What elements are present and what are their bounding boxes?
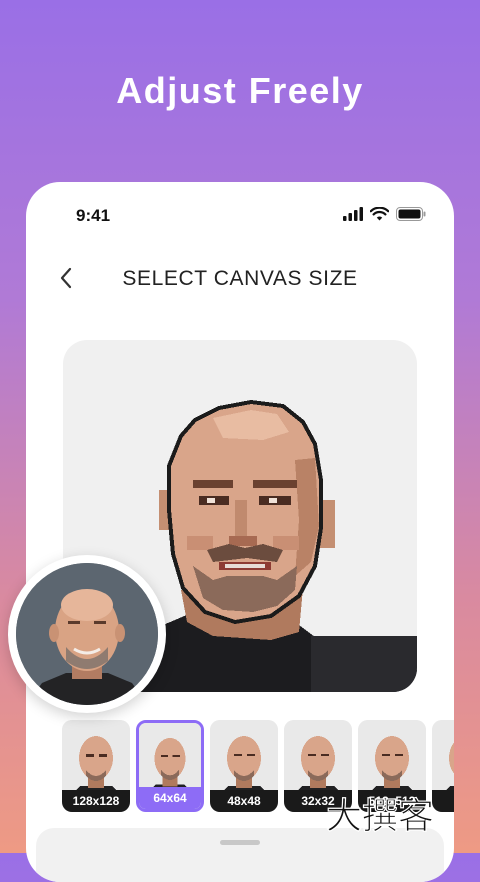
original-photo-badge [8, 555, 166, 713]
headline: Adjust Freely [116, 70, 364, 111]
battery-icon [396, 207, 426, 221]
status-time: 9:41 [76, 206, 111, 225]
canvas-size-label: 48x48 [210, 790, 278, 812]
original-photo [16, 563, 158, 705]
canvas-size-option[interactable]: 64x64 [136, 720, 204, 812]
phone-frame: 9:41 SELECT CANVAS SIZE 128x128 64x64 48… [26, 182, 454, 882]
watermark: 大撰客 [322, 792, 472, 838]
page-title: SELECT CANVAS SIZE [122, 267, 358, 290]
status-bar: 9:41 [26, 182, 454, 242]
sheet-handle[interactable] [220, 840, 260, 845]
canvas-size-option[interactable]: 48x48 [210, 720, 278, 812]
canvas-size-option[interactable]: 128x128 [62, 720, 130, 812]
wifi-icon [370, 207, 389, 221]
canvas-size-label: 64x64 [139, 787, 201, 809]
canvas-size-label: 128x128 [62, 790, 130, 812]
status-icons [343, 207, 426, 221]
svg-text:大撰客: 大撰客 [326, 796, 434, 837]
signal-icon [343, 207, 363, 221]
